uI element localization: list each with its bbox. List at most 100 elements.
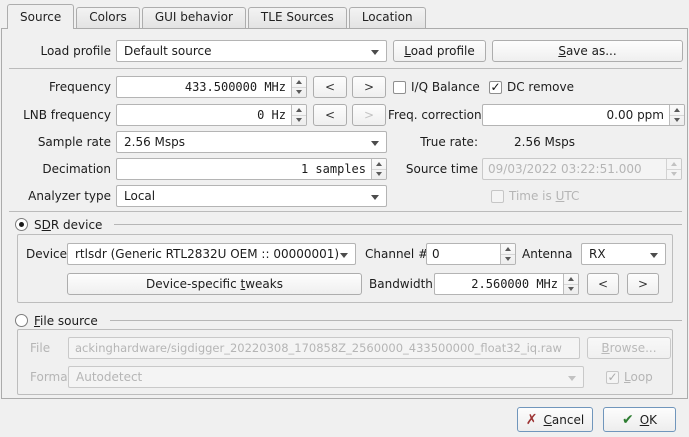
chevron-down-icon	[650, 253, 658, 258]
frequency-increase-button[interactable]: >	[352, 76, 386, 98]
iq-balance-label: I/Q Balance	[411, 80, 480, 94]
analyzer-type-value: Local	[124, 189, 155, 203]
device-value: rtlsdr (Generic RTL2832U OEM :: 00000001…	[75, 247, 339, 261]
bandwidth-spinbox[interactable]: 2.560000 MHz	[434, 273, 579, 295]
file-label: File	[30, 337, 50, 359]
lnb-decrease-button[interactable]: <	[313, 104, 347, 126]
spin-down-icon[interactable]	[292, 116, 306, 126]
device-combobox[interactable]: rtlsdr (Generic RTL2832U OEM :: 00000001…	[67, 243, 356, 265]
dc-remove-checkbox[interactable]: ✓	[489, 81, 502, 94]
sample-rate-row: Sample rate 2.56 Msps True rate: 2.56 Ms…	[2, 131, 687, 154]
dc-remove-label: DC remove	[507, 80, 574, 94]
file-path-field: ackinghardware/sigdigger_20220308_170858…	[68, 337, 580, 359]
profile-row: Load profile Default source Load profile…	[2, 40, 687, 63]
chevron-down-icon	[340, 253, 348, 258]
ok-button-label: OK	[640, 413, 657, 427]
separator	[9, 68, 682, 69]
file-path-value: ackinghardware/sigdigger_20220308_170858…	[75, 341, 562, 355]
decimation-spinner[interactable]	[371, 159, 386, 179]
device-specific-tweaks-button[interactable]: Device-specific tweaks	[67, 273, 362, 295]
loop-label: Loop	[624, 370, 653, 384]
spin-down-icon[interactable]	[564, 285, 578, 295]
chevron-down-icon	[371, 195, 379, 200]
freq-correction-spinbox[interactable]: 0.00 ppm	[482, 104, 685, 126]
separator	[9, 211, 682, 212]
loop-checkbox-row: ✓ Loop	[606, 366, 653, 388]
freq-correction-spinner[interactable]	[669, 105, 684, 125]
frequency-spinbox[interactable]: 433.500000 MHz	[116, 76, 307, 98]
decimation-row: Decimation 1 samples Source time 09/03/2…	[2, 158, 687, 181]
iq-balance-checkbox[interactable]	[393, 81, 406, 94]
load-profile-button[interactable]: Load profile	[393, 40, 486, 62]
spin-down-icon[interactable]	[292, 88, 306, 98]
file-source-group: File ackinghardware/sigdigger_20220308_1…	[17, 329, 673, 395]
antenna-label: Antenna	[522, 243, 572, 265]
tab-gui-behavior[interactable]: GUI behavior	[142, 7, 246, 28]
cancel-button[interactable]: ✗ Cancel	[517, 407, 593, 432]
channel-spinner[interactable]	[500, 244, 515, 264]
lnb-frequency-spinbox[interactable]: 0 Hz	[116, 104, 307, 126]
sdr-device-radio-label: SDR device	[34, 218, 102, 232]
time-is-utc-checkbox	[491, 190, 504, 203]
spin-up-icon[interactable]	[670, 105, 684, 116]
frequency-decrease-button[interactable]: <	[313, 76, 347, 98]
ok-button[interactable]: ✔ OK	[603, 407, 676, 432]
spin-down-icon[interactable]	[372, 170, 386, 180]
bandwidth-label: Bandwidth	[369, 273, 433, 295]
freq-correction-value: 0.00 ppm	[483, 105, 669, 125]
iq-balance-checkbox-row[interactable]: I/Q Balance	[393, 76, 480, 98]
tab-source[interactable]: Source	[7, 4, 74, 29]
chevron-down-icon	[371, 141, 379, 146]
cancel-button-label: Cancel	[544, 413, 585, 427]
antenna-combobox[interactable]: RX	[581, 243, 666, 265]
spin-down-icon[interactable]	[501, 255, 515, 265]
profile-combobox[interactable]: Default source	[116, 40, 387, 62]
profile-combobox-value: Default source	[124, 44, 212, 58]
sample-rate-combobox[interactable]: 2.56 Msps	[116, 131, 387, 153]
browse-button-label: Browse...	[601, 338, 656, 358]
check-icon: ✓	[490, 82, 500, 92]
decimation-label: Decimation	[2, 158, 111, 180]
channel-spinbox[interactable]: 0	[426, 243, 516, 265]
frequency-label: Frequency	[2, 76, 111, 98]
file-source-radio-row[interactable]: File source	[15, 313, 682, 328]
sdr-device-radio[interactable]	[15, 218, 28, 231]
format-combobox: Autodetect	[68, 366, 584, 388]
spin-up-icon[interactable]	[372, 159, 386, 170]
spin-up-icon[interactable]	[501, 244, 515, 255]
bandwidth-increase-button[interactable]: >	[627, 273, 659, 295]
lnb-row: LNB frequency 0 Hz < > Freq. correction …	[2, 104, 687, 127]
file-row: File ackinghardware/sigdigger_20220308_1…	[18, 337, 672, 360]
tab-colors[interactable]: Colors	[76, 7, 140, 28]
frequency-spinner[interactable]	[291, 77, 306, 97]
check-icon: ✓	[607, 372, 617, 382]
bandwidth-decrease-button[interactable]: <	[587, 273, 619, 295]
lnb-spinner[interactable]	[291, 105, 306, 125]
tab-location[interactable]: Location	[349, 7, 426, 28]
analyzer-type-label: Analyzer type	[2, 185, 111, 207]
spin-up-icon[interactable]	[564, 274, 578, 285]
analyzer-type-combobox[interactable]: Local	[116, 185, 387, 207]
file-source-radio-label: File source	[34, 314, 98, 328]
load-profile-button-label: Load profile	[404, 41, 475, 61]
tweaks-row: Device-specific tweaks Bandwidth 2.56000…	[18, 273, 672, 296]
loop-checkbox: ✓	[606, 371, 619, 384]
spin-down-icon[interactable]	[670, 116, 684, 126]
source-time-field: 09/03/2022 03:22:51.000	[482, 158, 682, 180]
tab-tle-sources[interactable]: TLE Sources	[248, 7, 347, 28]
decimation-spinbox[interactable]: 1 samples	[116, 158, 387, 180]
sdr-device-radio-row[interactable]: SDR device	[15, 217, 682, 232]
file-source-radio[interactable]	[15, 314, 28, 327]
channel-label: Channel #	[365, 243, 428, 265]
source-settings-dialog: Source Colors GUI behavior TLE Sources L…	[0, 0, 689, 437]
save-as-button[interactable]: Save as...	[492, 40, 683, 62]
ok-check-icon: ✔	[622, 413, 634, 427]
source-tab-pane: Load profile Default source Load profile…	[1, 28, 688, 399]
browse-button: Browse...	[587, 337, 671, 359]
spin-up-icon[interactable]	[292, 77, 306, 88]
spin-down-icon	[667, 170, 681, 180]
source-time-spinner	[666, 159, 681, 179]
spin-up-icon[interactable]	[292, 105, 306, 116]
bandwidth-spinner[interactable]	[563, 274, 578, 294]
dc-remove-checkbox-row[interactable]: ✓ DC remove	[489, 76, 574, 98]
